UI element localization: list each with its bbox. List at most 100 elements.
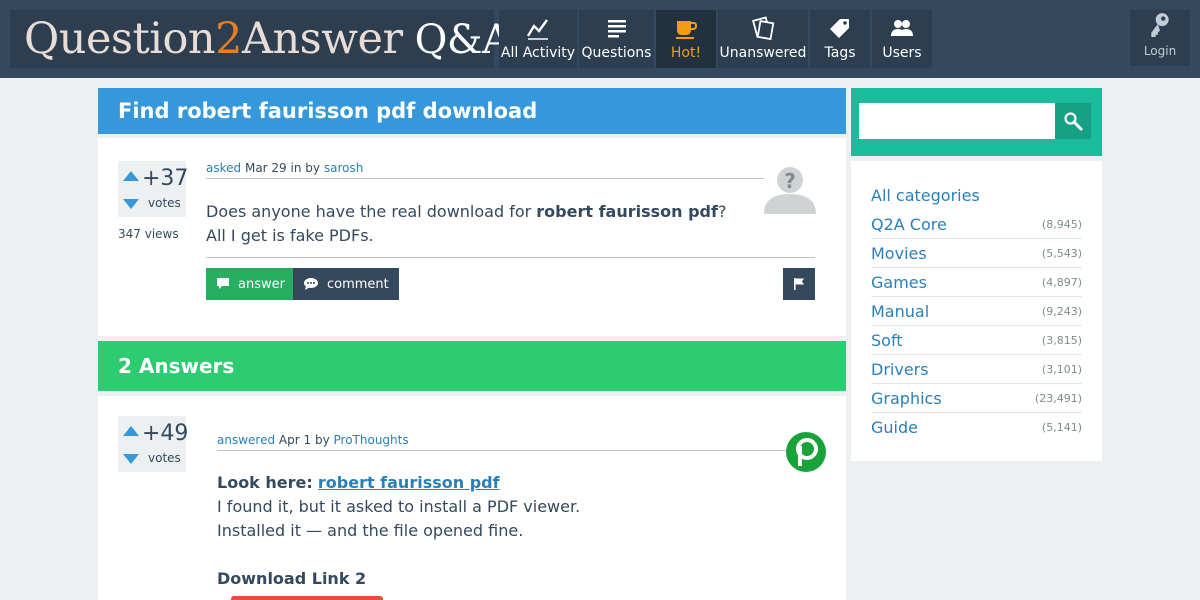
flag-icon <box>794 278 804 290</box>
activity-icon <box>526 19 548 40</box>
vote-up-button[interactable] <box>123 171 139 181</box>
question-title: Find robert faurisson pdf download <box>98 88 846 134</box>
answer-body: Look here: robert faurisson pdf I found … <box>217 471 757 591</box>
look-here-label: Look here: <box>217 473 313 492</box>
answer-meta: answered Apr 1 by ProThoughts <box>217 433 409 447</box>
search-button[interactable] <box>1055 103 1091 139</box>
download-link-heading: Download Link 2 <box>217 569 367 588</box>
answered-date: Apr 1 <box>278 433 312 447</box>
category-item[interactable]: All categories <box>871 181 1082 210</box>
coffee-icon <box>676 21 698 39</box>
answers-heading: 2 Answers <box>98 341 846 391</box>
top-bar: Question2Answer Q&A All Activity Question… <box>0 0 1200 78</box>
site-logo[interactable]: Question2Answer Q&A <box>10 10 511 68</box>
meta-by: by <box>314 433 330 447</box>
question-text: Does anyone have the real download for <box>206 202 537 221</box>
categories-panel: All categories Q2A Core (8,945) Movies (5,… <box>851 161 1102 461</box>
category-item[interactable]: Manual (9,243) <box>871 297 1082 326</box>
answer-line-5: Download Link 2 <box>217 567 757 591</box>
users-icon <box>891 20 913 36</box>
category-count: (8,945) <box>1041 217 1082 231</box>
key-icon <box>1151 13 1169 37</box>
question-body: Does anyone have the real download for r… <box>206 200 746 248</box>
list-icon <box>607 20 626 38</box>
category-item[interactable]: Drivers (3,101) <box>871 355 1082 384</box>
answer-line-2: I found it, but it asked to install a PD… <box>217 497 581 516</box>
vote-box: +49 votes <box>118 416 188 472</box>
category-count: (23,491) <box>1034 391 1082 405</box>
comment-icon <box>304 278 318 290</box>
category-item[interactable]: Soft (3,815) <box>871 326 1082 355</box>
pinterest-avatar-icon[interactable] <box>786 432 826 472</box>
votes-label: votes <box>148 451 181 465</box>
logo-text: Question2Answer Q&A <box>24 14 511 64</box>
nav-label: Unanswered <box>719 45 807 61</box>
category-item[interactable]: Games (4,897) <box>871 268 1082 297</box>
category-name[interactable]: Q2A Core <box>871 215 947 234</box>
tag-icon <box>830 19 849 38</box>
search-panel <box>851 88 1102 156</box>
vote-box: +37 votes <box>118 161 189 217</box>
category-item[interactable]: Guide (5,141) <box>871 413 1082 442</box>
search-input[interactable] <box>859 103 1055 139</box>
comment-label: comment <box>327 276 389 292</box>
cards-icon <box>752 16 775 40</box>
votes-label: votes <box>148 196 181 210</box>
category-count: (3,101) <box>1041 362 1082 376</box>
nav-tags[interactable]: Tags <box>810 10 870 68</box>
category-count: (9,243) <box>1041 304 1082 318</box>
flag-button[interactable] <box>783 268 815 300</box>
category-name[interactable]: Drivers <box>871 360 929 379</box>
category-item[interactable]: Q2A Core (8,945) <box>871 210 1082 239</box>
category-name[interactable]: All categories <box>871 186 980 205</box>
comment-button[interactable]: comment <box>293 268 399 300</box>
answer-button[interactable]: answer <box>206 268 295 300</box>
answer-line-3: Installed it — and the file opened fine. <box>217 521 524 540</box>
nav-label: Questions <box>581 45 652 61</box>
divider <box>206 178 764 179</box>
meta-in-by: in by <box>290 161 321 175</box>
nav-users[interactable]: Users <box>872 10 932 68</box>
author-link[interactable]: sarosh <box>324 161 363 175</box>
category-name[interactable]: Guide <box>871 418 918 437</box>
author-link[interactable]: ProThoughts <box>334 433 409 447</box>
category-name[interactable]: Manual <box>871 302 929 321</box>
nav-unanswered[interactable]: Unanswered <box>718 10 808 68</box>
divider <box>217 450 787 451</box>
search-icon <box>1064 112 1083 131</box>
category-item[interactable]: Movies (5,543) <box>871 239 1082 268</box>
nav-label: Tags <box>824 45 856 61</box>
category-name[interactable]: Graphics <box>871 389 942 408</box>
vote-up-button[interactable] <box>123 426 139 436</box>
asked-date: Mar 29 <box>244 161 287 175</box>
vote-down-button[interactable] <box>123 199 139 209</box>
category-count: (5,543) <box>1041 246 1082 260</box>
answer-label: answer <box>238 276 285 292</box>
category-name[interactable]: Movies <box>871 244 927 263</box>
login-button[interactable]: Login <box>1130 10 1190 66</box>
vote-down-button[interactable] <box>123 454 139 464</box>
svg-text:?: ? <box>784 169 796 193</box>
nav-questions[interactable]: Questions <box>579 10 654 68</box>
nav-label: Users <box>882 45 922 61</box>
category-item[interactable]: Graphics (23,491) <box>871 384 1082 413</box>
default-avatar-icon: ? <box>764 167 816 214</box>
question-keyword: robert faurisson pdf <box>536 202 718 221</box>
category-name[interactable]: Games <box>871 273 927 292</box>
nav-hot[interactable]: Hot! <box>656 10 716 68</box>
category-name[interactable]: Soft <box>871 331 903 350</box>
login-label: Login <box>1143 44 1177 58</box>
answer-line-1: Look here: robert faurisson pdf <box>217 471 757 495</box>
vote-count: +37 <box>142 166 189 191</box>
nav-label: Hot! <box>670 45 702 61</box>
asked-link[interactable]: asked <box>206 161 241 175</box>
nav-label: All Activity <box>500 45 576 61</box>
answered-link[interactable]: answered <box>217 433 275 447</box>
category-count: (4,897) <box>1041 275 1082 289</box>
speech-bubble-icon <box>217 278 229 289</box>
category-count: (5,141) <box>1041 421 1082 434</box>
nav-all-activity[interactable]: All Activity <box>499 10 577 68</box>
download-button[interactable] <box>231 596 383 600</box>
download-link[interactable]: robert faurisson pdf <box>318 473 500 492</box>
